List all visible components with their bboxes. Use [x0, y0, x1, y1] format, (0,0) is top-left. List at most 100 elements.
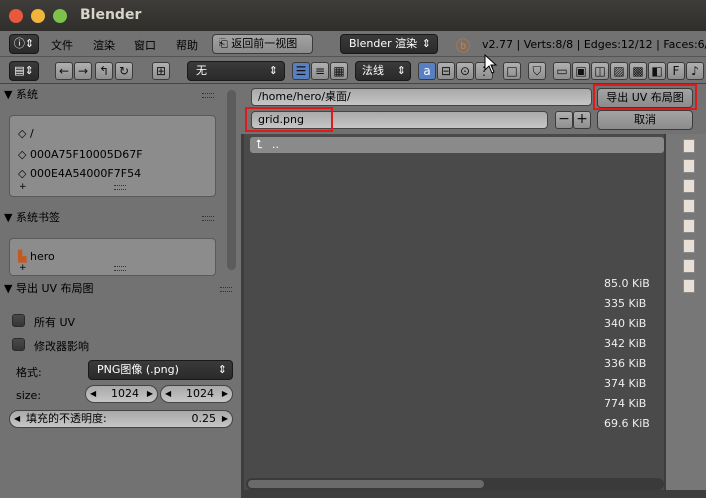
- sort-time-icon[interactable]: ⊙: [456, 62, 474, 80]
- collapse-triangle-icon: ▼: [4, 88, 16, 101]
- filter-script-icon[interactable]: ◧: [648, 62, 666, 80]
- size-x-field[interactable]: ◀ 1024 ▶: [85, 385, 158, 403]
- sort-alpha-icon[interactable]: a: [418, 62, 436, 80]
- menu-file[interactable]: 文件: [51, 37, 73, 53]
- parent-dir-label: ..: [272, 138, 279, 151]
- window-titlebar: Blender: [0, 0, 706, 31]
- filter-image-icon[interactable]: ▨: [610, 62, 628, 80]
- list-item-label: 000A75F10005D67F: [29, 148, 143, 161]
- filter-blend-icon[interactable]: ▣: [572, 62, 590, 80]
- system-panel-header[interactable]: ▼ 系统: [4, 84, 218, 106]
- sort-ext-icon[interactable]: ⊟: [437, 62, 455, 80]
- bookmarks-list: ▙ hero +: [9, 238, 216, 276]
- modifier-checkbox[interactable]: [12, 338, 25, 351]
- decrement-filename-icon[interactable]: −: [555, 111, 573, 129]
- collapse-triangle-icon: ▼: [4, 282, 16, 295]
- grip-icon[interactable]: [220, 287, 232, 292]
- menu-render[interactable]: 渲染: [93, 37, 115, 53]
- modifier-label: 修改器影响: [34, 340, 89, 353]
- render-engine-label: Blender 渲染: [349, 37, 418, 50]
- disk-icon: ◇: [18, 167, 30, 180]
- list-item[interactable]: ▙ hero: [18, 250, 55, 263]
- add-icon[interactable]: +: [19, 182, 27, 192]
- file-icon[interactable]: [683, 159, 695, 173]
- size-label: size:: [16, 389, 42, 402]
- file-icon[interactable]: [683, 139, 695, 153]
- opacity-field[interactable]: ◀ 填充的不透明度: 0.25 ▶: [9, 410, 233, 428]
- back-to-previous-button[interactable]: ⎗ 返回前一视图: [212, 34, 313, 54]
- editor-type-button[interactable]: ⓘ⇕: [9, 34, 39, 54]
- increment-filename-icon[interactable]: +: [573, 111, 591, 129]
- cancel-button[interactable]: 取消: [597, 110, 693, 130]
- filter-folder-icon[interactable]: ▭: [553, 62, 571, 80]
- filter-sound-icon[interactable]: ♪: [686, 62, 704, 80]
- directory-path-input[interactable]: /home/hero/桌面/: [251, 88, 592, 106]
- list-item[interactable]: ◇ /: [18, 127, 34, 140]
- export-panel-header[interactable]: ▼ 导出 UV 布局图: [4, 278, 218, 300]
- filter-icon[interactable]: ⛉: [528, 62, 546, 80]
- collapse-triangle-icon: ▼: [4, 211, 16, 224]
- image-file-icon[interactable]: [683, 279, 695, 293]
- list-item[interactable]: ◇ 000A75F10005D67F: [18, 148, 143, 161]
- image-file-icon[interactable]: [683, 239, 695, 253]
- image-file-icon[interactable]: [683, 179, 695, 193]
- highlight-box: [593, 84, 697, 110]
- filter-backup-icon[interactable]: ◫: [591, 62, 609, 80]
- file-list: [244, 134, 664, 490]
- all-uv-label: 所有 UV: [34, 316, 76, 329]
- format-select[interactable]: PNG图像 (.png) ⇕: [88, 360, 233, 380]
- decrement-icon[interactable]: ◀: [90, 386, 96, 402]
- size-x-value: 1024: [111, 387, 139, 400]
- all-uv-checkbox[interactable]: [12, 314, 25, 327]
- disk-icon: ◇: [18, 148, 30, 161]
- file-size: 85.0 KiB: [604, 277, 650, 290]
- filter-movie-icon[interactable]: ▩: [629, 62, 647, 80]
- add-icon[interactable]: +: [19, 263, 27, 273]
- highlight-box: [245, 107, 333, 132]
- back-arrow-icon[interactable]: ←: [55, 62, 73, 80]
- horizontal-scrollbar-thumb[interactable]: [248, 480, 484, 488]
- recursion-select[interactable]: 无 ⇕: [187, 61, 285, 81]
- increment-icon[interactable]: ▶: [222, 386, 228, 402]
- increment-icon[interactable]: ▶: [222, 411, 228, 427]
- maximize-window-button[interactable]: [53, 9, 67, 23]
- refresh-icon[interactable]: ↻: [115, 62, 133, 80]
- grip-icon[interactable]: [202, 93, 214, 98]
- file-browser-editor-button[interactable]: ▤⇕: [9, 61, 39, 81]
- image-file-icon[interactable]: [683, 199, 695, 213]
- size-y-field[interactable]: ◀ 1024 ▶: [160, 385, 233, 403]
- bookmarks-panel-header[interactable]: ▼ 系统书签: [4, 207, 218, 229]
- grip-icon[interactable]: [202, 216, 214, 221]
- display-size-select[interactable]: 法线 ⇕: [355, 61, 411, 81]
- format-value: PNG图像 (.png): [97, 363, 179, 376]
- short-list-icon[interactable]: ☰: [292, 62, 310, 80]
- hide-dot-icon[interactable]: □: [503, 62, 521, 80]
- file-size: 774 KiB: [604, 397, 647, 410]
- chevron-updown-icon: ⇕: [268, 64, 278, 77]
- file-size: 342 KiB: [604, 337, 647, 350]
- resize-grip-icon[interactable]: [114, 266, 126, 271]
- close-window-button[interactable]: [9, 9, 23, 23]
- list-item[interactable]: ◇ 000E4A54000F7F54: [18, 167, 141, 180]
- minimize-window-button[interactable]: [31, 9, 45, 23]
- decrement-icon[interactable]: ◀: [165, 386, 171, 402]
- menu-window[interactable]: 窗口: [134, 37, 156, 53]
- menu-help[interactable]: 帮助: [176, 37, 198, 53]
- image-file-icon[interactable]: [683, 259, 695, 273]
- image-file-icon[interactable]: [683, 219, 695, 233]
- decrement-icon[interactable]: ◀: [14, 411, 20, 427]
- render-engine-select[interactable]: Blender 渲染 ⇕: [340, 34, 438, 54]
- long-list-icon[interactable]: ≡: [311, 62, 329, 80]
- parent-dir-icon[interactable]: ↰: [95, 62, 113, 80]
- increment-icon[interactable]: ▶: [147, 386, 153, 402]
- forward-arrow-icon[interactable]: →: [74, 62, 92, 80]
- new-folder-icon[interactable]: ⊞: [152, 62, 170, 80]
- parent-dir-row[interactable]: ⮤ ..: [250, 137, 664, 153]
- format-label: 格式:: [16, 366, 42, 379]
- thumbnails-icon[interactable]: ▦: [330, 62, 348, 80]
- filter-font-icon[interactable]: F: [667, 62, 685, 80]
- file-size: 69.6 KiB: [604, 417, 650, 430]
- bookmarks-panel-title: 系统书签: [15, 211, 60, 224]
- resize-grip-icon[interactable]: [114, 185, 126, 190]
- sidebar-scrollbar[interactable]: [227, 90, 236, 270]
